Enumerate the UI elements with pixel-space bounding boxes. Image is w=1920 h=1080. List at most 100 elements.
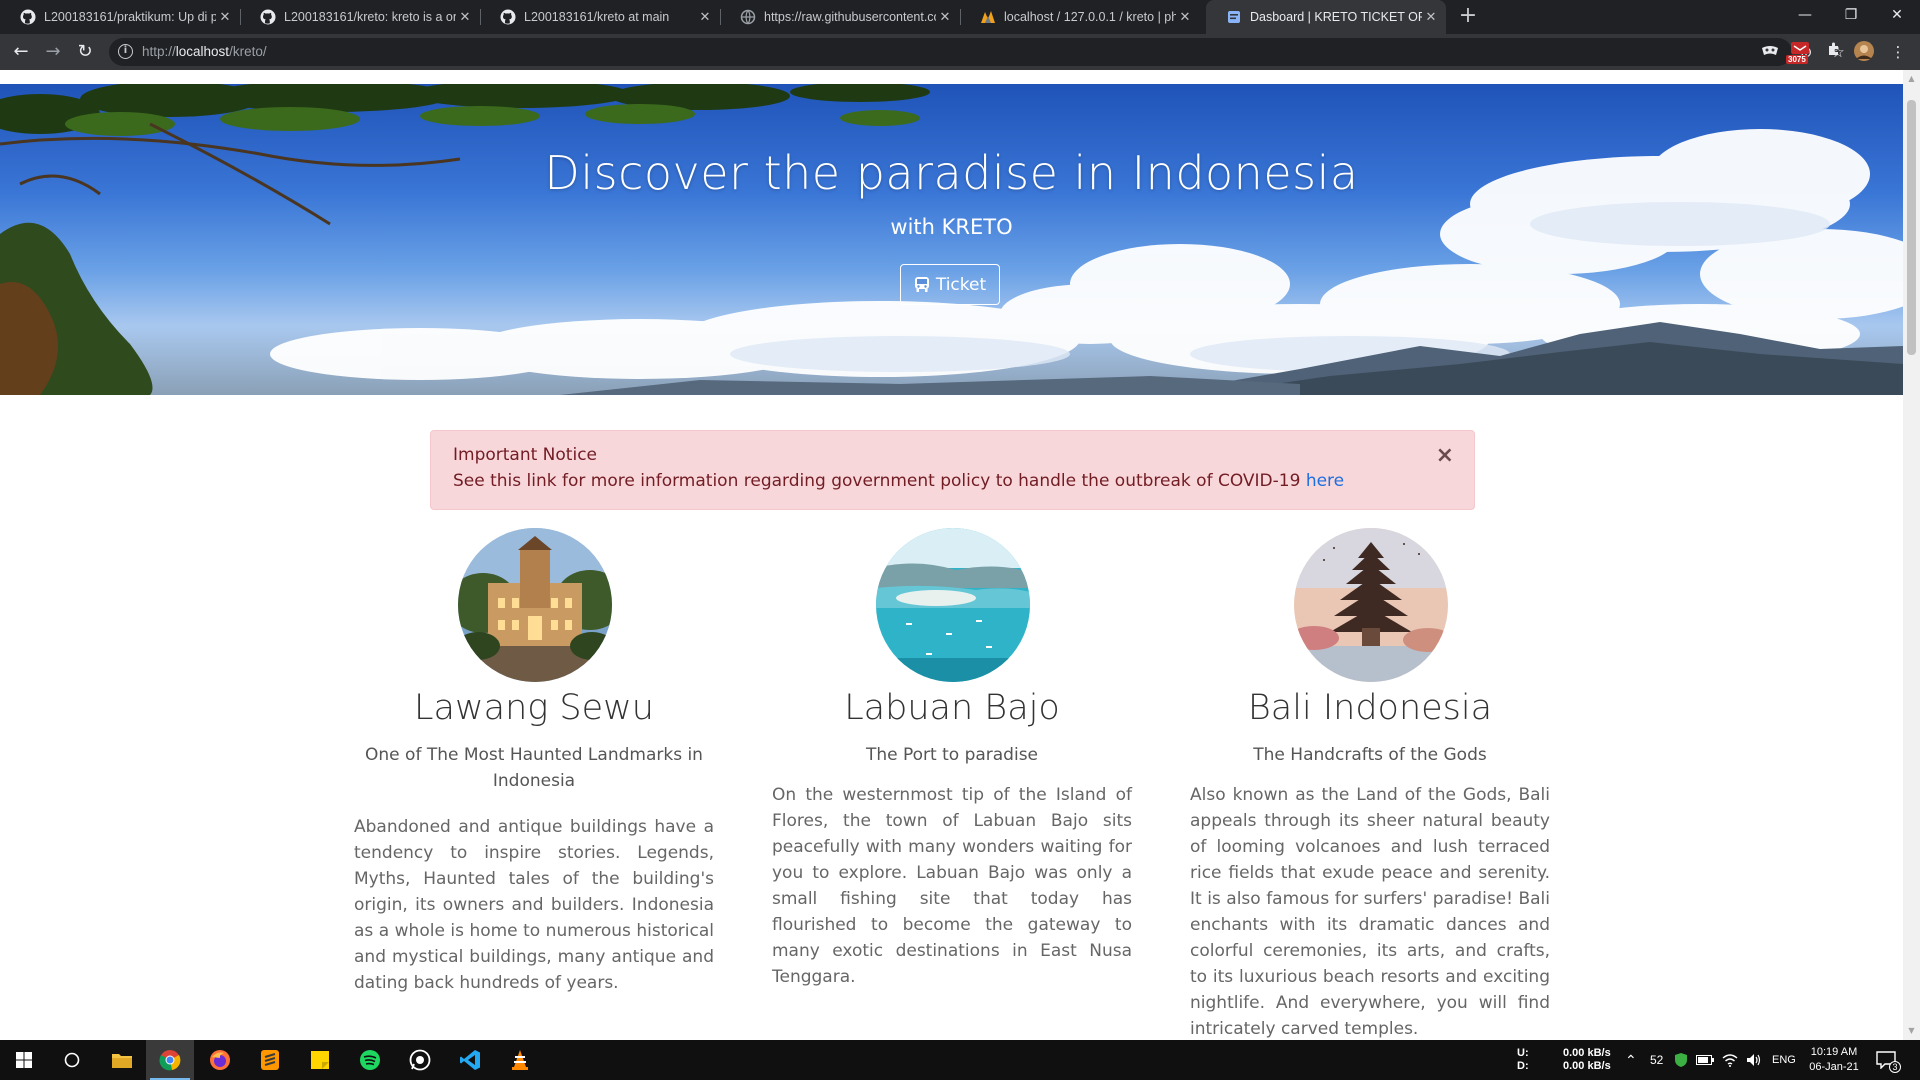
destination-tagline: The Handcrafts of the Gods [1253,745,1487,765]
network-down-speed: 0.00 kB/s [1563,1060,1611,1072]
tab-praktikum[interactable]: L200183161/praktikum: Up di pra ✕ [0,0,240,34]
info-icon[interactable]: i [118,44,133,59]
destination-name: Labuan Bajo [844,688,1060,728]
ticket-button[interactable]: Ticket [900,264,1000,305]
page-scrollbar[interactable]: ▲ ▼ [1903,70,1920,1040]
covid-notice-alert: Important Notice See this link for more … [430,430,1475,510]
url-scheme: http:// [142,44,176,59]
url-path: /kreto/ [229,44,267,59]
firefox-icon[interactable] [196,1040,244,1080]
scroll-up-arrow-icon[interactable]: ▲ [1907,74,1916,83]
extensions-puzzle-icon[interactable] [1822,40,1846,64]
destination-name: Lawang Sewu [414,688,654,728]
extension-badge-icon[interactable]: 3075 [1786,40,1812,64]
notification-count: 3 [1889,1061,1901,1073]
security-shield-icon[interactable] [1674,1040,1688,1080]
hero-subtitle: with KRETO [890,215,1013,239]
profile-avatar-icon[interactable] [1852,40,1876,64]
hero-background-image [0,84,1903,395]
url-host: localhost [175,44,230,59]
extension-mask-icon[interactable] [1758,40,1782,64]
scroll-down-arrow-icon[interactable]: ▼ [1907,1026,1916,1035]
tab-title: Dasboard | KRETO TICKET ORDER [1250,10,1422,24]
windows-start-icon[interactable] [0,1040,48,1080]
network-down-label: D: [1517,1060,1529,1072]
close-icon[interactable]: ✕ [456,10,474,25]
globe-icon [740,9,756,25]
network-label: U: D: [1517,1040,1529,1080]
page-icon [1226,9,1242,25]
destination-name: Bali Indonesia [1247,688,1493,728]
back-arrow-icon[interactable]: ← [9,40,33,64]
close-icon[interactable]: ✕ [216,10,234,25]
tab-title: L200183161/praktikum: Up di pra [44,10,216,24]
spotify-icon[interactable] [346,1040,394,1080]
temperature-readout: 52 [1650,1053,1664,1067]
tab-raw-github[interactable]: https://raw.githubusercontent.co ✕ [720,0,960,34]
alert-here-link[interactable]: here [1306,471,1344,491]
forward-arrow-icon[interactable]: → [41,40,65,64]
extension-badge-count: 3075 [1786,55,1808,64]
reload-icon[interactable]: ↻ [73,40,97,64]
tab-phpmyadmin[interactable]: localhost / 127.0.0.1 / kreto | php ✕ [960,0,1200,34]
destination-tagline: One of The Most Haunted Landmarks in Ind… [365,745,703,791]
vscode-icon[interactable] [446,1040,494,1080]
language-indicator[interactable]: ENG [1772,1040,1796,1080]
alert-body: See this link for more information regar… [453,471,1344,491]
clock-time: 10:19 AM [1810,1046,1858,1058]
lawang-sewu-image [458,528,612,682]
github-icon [260,9,276,25]
wifi-icon[interactable] [1722,1040,1738,1080]
sticky-notes-icon[interactable] [296,1040,344,1080]
browser-menu-icon[interactable]: ⋮ [1886,40,1910,64]
address-bar[interactable]: i http://localhost/kreto/ ⊕ ☆ [109,38,1845,66]
sublime-text-icon[interactable] [246,1040,294,1080]
whatsapp-icon[interactable] [396,1040,444,1080]
network-up-label: U: [1517,1047,1529,1059]
network-up-speed: 0.00 kB/s [1563,1047,1611,1059]
phpmyadmin-icon [980,9,996,25]
browser-toolbar: ← → ↻ i http://localhost/kreto/ ⊕ ☆ 3075… [0,34,1920,70]
ticket-button-label: Ticket [935,274,987,295]
tab-kreto-repo[interactable]: L200183161/kreto: kreto is a one ✕ [240,0,480,34]
address-url[interactable]: http://localhost/kreto/ [142,44,267,59]
tab-kreto-main[interactable]: L200183161/kreto at main ✕ [480,0,720,34]
tab-title: L200183161/kreto: kreto is a one [284,10,456,24]
destination-description: On the westernmost tip of the Island of … [772,785,1132,987]
close-icon[interactable]: ✕ [696,10,714,25]
tab-dashboard[interactable]: Dasboard | KRETO TICKET ORDER ✕ [1206,0,1446,34]
tab-title: https://raw.githubusercontent.co [764,10,936,24]
file-explorer-icon[interactable] [98,1040,146,1080]
minimize-icon[interactable]: — [1782,0,1828,30]
destination-tagline: The Port to paradise [865,745,1039,765]
tab-title: localhost / 127.0.0.1 / kreto | php [1004,10,1176,24]
alert-close-button[interactable]: × [1436,443,1454,468]
battery-icon[interactable] [1696,1040,1714,1080]
windows-taskbar: U: D: 0.00 kB/s 0.00 kB/s ⌃ 52 ENG 10:19… [0,1040,1920,1080]
vlc-icon[interactable] [496,1040,544,1080]
restore-icon[interactable]: ❐ [1828,0,1874,30]
notifications-icon[interactable]: 3 [1876,1040,1901,1080]
tray-expand-icon[interactable]: ⌃ [1625,1040,1637,1080]
tab-strip: L200183161/praktikum: Up di pra ✕ L20018… [0,0,1920,34]
window-close-icon[interactable]: ✕ [1874,0,1920,30]
volume-icon[interactable] [1746,1040,1762,1080]
page-viewport: Discover the paradise in Indonesia with … [0,70,1903,1040]
clock[interactable]: 10:19 AM 06-Jan-21 [1808,1040,1860,1080]
alert-text: See this link for more information regar… [453,471,1306,491]
destination-description: Also known as the Land of the Gods, Bali… [1190,785,1550,1039]
new-tab-button[interactable]: + [1455,4,1481,30]
scroll-thumb[interactable] [1907,100,1916,355]
bali-temple-image [1294,528,1448,682]
close-icon[interactable]: ✕ [1422,10,1440,25]
chrome-icon[interactable] [146,1040,194,1080]
alert-title: Important Notice [453,445,597,465]
close-icon[interactable]: ✕ [936,10,954,25]
github-icon [20,9,36,25]
tab-title: L200183161/kreto at main [524,10,670,24]
search-circle-icon[interactable] [48,1040,96,1080]
close-icon[interactable]: ✕ [1176,10,1194,25]
labuan-bajo-image [876,528,1030,682]
hero-banner: Discover the paradise in Indonesia with … [0,84,1903,395]
hero-title: Discover the paradise in Indonesia [544,146,1359,200]
